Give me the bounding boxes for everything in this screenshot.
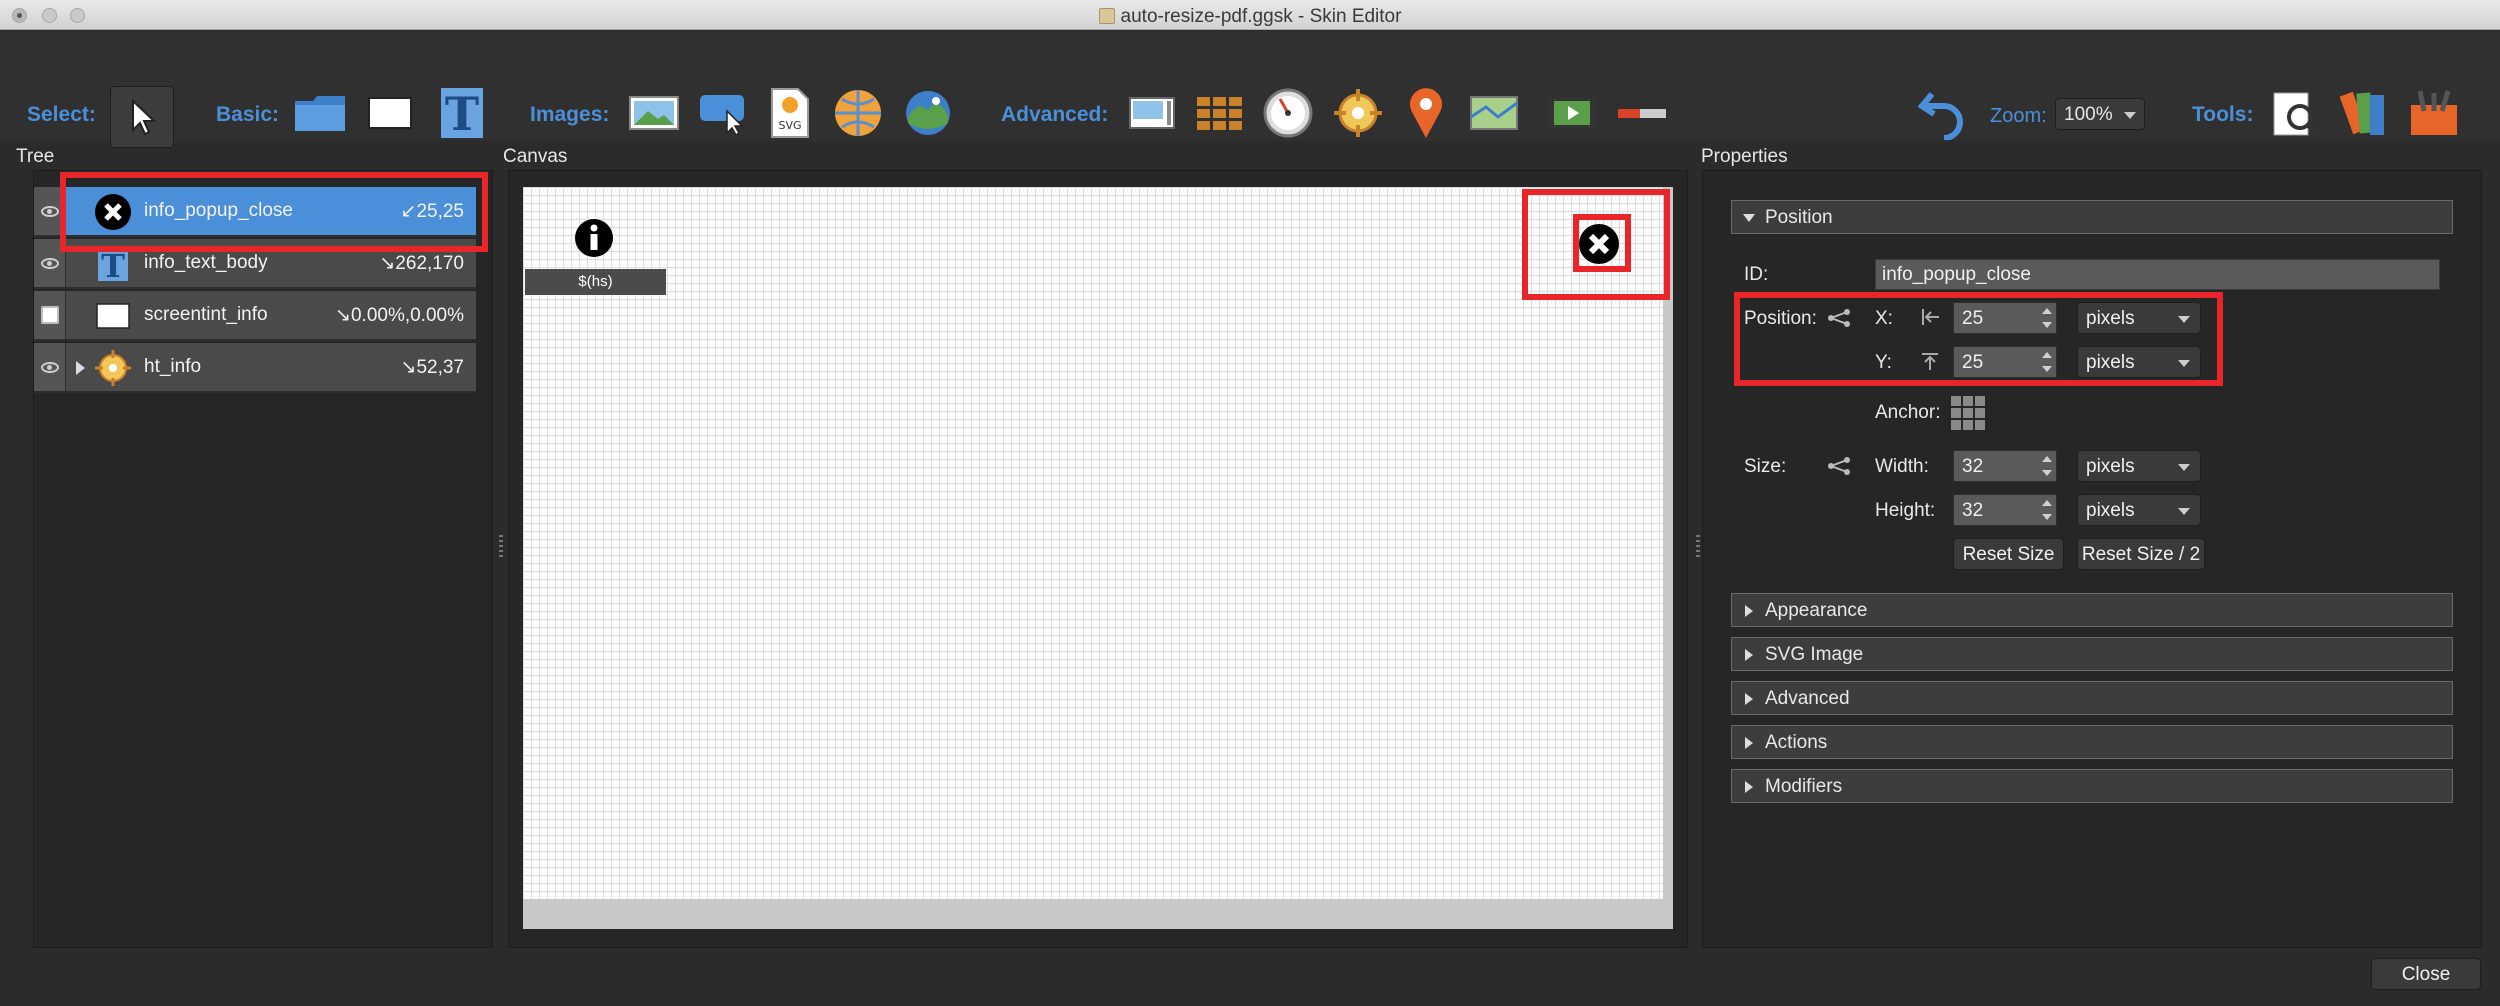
svg-text:T: T <box>445 87 479 140</box>
images-label: Images: <box>530 103 610 126</box>
right-splitter[interactable] <box>1696 535 1700 559</box>
eye-icon <box>40 361 59 373</box>
title-bar: auto-resize-pdf.ggsk - Skin Editor <box>0 0 2500 30</box>
tree-item-screentint-info[interactable]: screentint_info ↘0.00%,0.00% <box>34 291 476 341</box>
tree-panel: info_popup_close ↙25,25 T info_text_body… <box>33 170 493 948</box>
section-actions[interactable]: Actions <box>1731 725 2453 759</box>
tree-item-ht-info[interactable]: ht_info ↘52,37 <box>34 343 476 393</box>
chevron-right-icon <box>1745 737 1753 749</box>
section-position[interactable]: Position <box>1731 200 2453 234</box>
canvas-element-highlight <box>1573 214 1631 272</box>
text-icon[interactable]: T <box>434 85 490 141</box>
cloner-grid-icon[interactable] <box>1192 85 1248 141</box>
progress-bar-icon[interactable] <box>1614 85 1670 141</box>
eye-icon <box>40 257 59 269</box>
panorama-icon[interactable] <box>900 85 956 141</box>
height-stepper[interactable]: 32 <box>1953 494 2057 526</box>
height-label: Height: <box>1875 500 1936 521</box>
expand-arrow-icon[interactable] <box>76 361 85 375</box>
tree-selection-highlight <box>60 172 488 252</box>
svg-text:SVG: SVG <box>778 119 801 132</box>
tree-panel-title: Tree <box>16 146 55 167</box>
left-splitter[interactable] <box>499 535 503 559</box>
visibility-toggle[interactable] <box>34 343 66 391</box>
reset-size-half-button[interactable]: Reset Size / 2 <box>2077 538 2205 570</box>
zoom-select[interactable]: 100% <box>2055 98 2145 130</box>
find-tool-icon[interactable] <box>2268 85 2324 141</box>
video-icon[interactable] <box>1544 85 1600 141</box>
color-palette-icon[interactable] <box>2338 85 2394 141</box>
hotspot-icon[interactable] <box>1330 85 1386 141</box>
scrollarea-icon[interactable] <box>1124 85 1180 141</box>
chevron-down-icon <box>2178 464 2190 471</box>
link-icon[interactable] <box>1827 456 1851 476</box>
properties-panel-title: Properties <box>1701 146 1788 167</box>
tools-label: Tools: <box>2192 103 2254 126</box>
tree-item-position: ↘262,170 <box>379 253 464 274</box>
window-title: auto-resize-pdf.ggsk - Skin Editor <box>0 6 2500 28</box>
rectangle-icon <box>94 297 132 335</box>
cursor-arrow-icon <box>132 98 157 136</box>
svg-file-icon[interactable]: SVG <box>762 85 818 141</box>
section-appearance[interactable]: Appearance <box>1731 593 2453 627</box>
reset-size-button[interactable]: Reset Size <box>1953 538 2064 570</box>
section-svg-image[interactable]: SVG Image <box>1731 637 2453 671</box>
visibility-toggle[interactable] <box>34 291 66 339</box>
image-button-icon[interactable] <box>695 85 751 141</box>
undo-icon[interactable] <box>1915 85 1971 141</box>
canvas-area[interactable]: $(hs) <box>523 187 1673 929</box>
map-pin-icon[interactable] <box>1398 85 1454 141</box>
canvas-panel-title: Canvas <box>503 146 568 167</box>
chevron-down-icon <box>1743 214 1755 222</box>
anchor-grid[interactable] <box>1951 396 1985 430</box>
chevron-right-icon <box>1745 649 1753 661</box>
chevron-right-icon <box>1745 605 1753 617</box>
advanced-label: Advanced: <box>1001 103 1109 126</box>
basic-label: Basic: <box>216 103 280 126</box>
canvas-grid <box>523 187 1663 899</box>
visibility-checkbox[interactable] <box>40 306 59 324</box>
svg-text:T: T <box>101 247 125 283</box>
hotspot-text-label[interactable]: $(hs) <box>525 269 666 295</box>
zoom-label: Zoom: <box>1990 105 2047 127</box>
rectangle-icon[interactable] <box>362 85 418 141</box>
chevron-down-icon <box>2178 508 2190 515</box>
globe-icon[interactable] <box>830 85 886 141</box>
id-label: ID: <box>1744 264 1769 285</box>
image-icon[interactable] <box>626 85 682 141</box>
tree-item-label: info_text_body <box>144 252 268 273</box>
tree-item-position: ↘0.00%,0.00% <box>335 305 464 326</box>
anchor-label: Anchor: <box>1875 402 1941 423</box>
info-icon[interactable] <box>574 218 614 258</box>
size-label: Size: <box>1744 456 1787 477</box>
chevron-down-icon <box>2124 112 2136 119</box>
timer-gauge-icon[interactable] <box>1260 85 1316 141</box>
section-modifiers[interactable]: Modifiers <box>1731 769 2453 803</box>
stepper-arrows-icon[interactable] <box>2040 454 2054 478</box>
section-advanced[interactable]: Advanced <box>1731 681 2453 715</box>
tree-item-label: ht_info <box>144 356 202 377</box>
select-label: Select: <box>27 103 96 126</box>
width-label: Width: <box>1875 456 1929 477</box>
width-stepper[interactable]: 32 <box>1953 450 2057 482</box>
toolbox-icon[interactable] <box>2406 85 2462 141</box>
eye-icon <box>40 205 59 217</box>
hotspot-icon <box>94 349 132 387</box>
select-tool-button[interactable] <box>110 86 174 148</box>
id-field[interactable]: info_popup_close <box>1875 259 2440 290</box>
height-unit-select[interactable]: pixels <box>2077 494 2201 526</box>
width-unit-select[interactable]: pixels <box>2077 450 2201 482</box>
tree-item-label: screentint_info <box>144 304 268 325</box>
map-icon[interactable] <box>1466 85 1522 141</box>
position-highlight <box>1734 292 2223 386</box>
toolbar: Select: Basic: T Images: SVG Advanced: Z… <box>0 31 2500 148</box>
container-folder-icon[interactable] <box>292 85 348 141</box>
close-button[interactable]: Close <box>2371 958 2481 990</box>
stepper-arrows-icon[interactable] <box>2040 498 2054 522</box>
tree-item-position: ↘52,37 <box>400 357 464 378</box>
document-icon <box>1098 8 1115 24</box>
chevron-right-icon <box>1745 693 1753 705</box>
chevron-right-icon <box>1745 781 1753 793</box>
